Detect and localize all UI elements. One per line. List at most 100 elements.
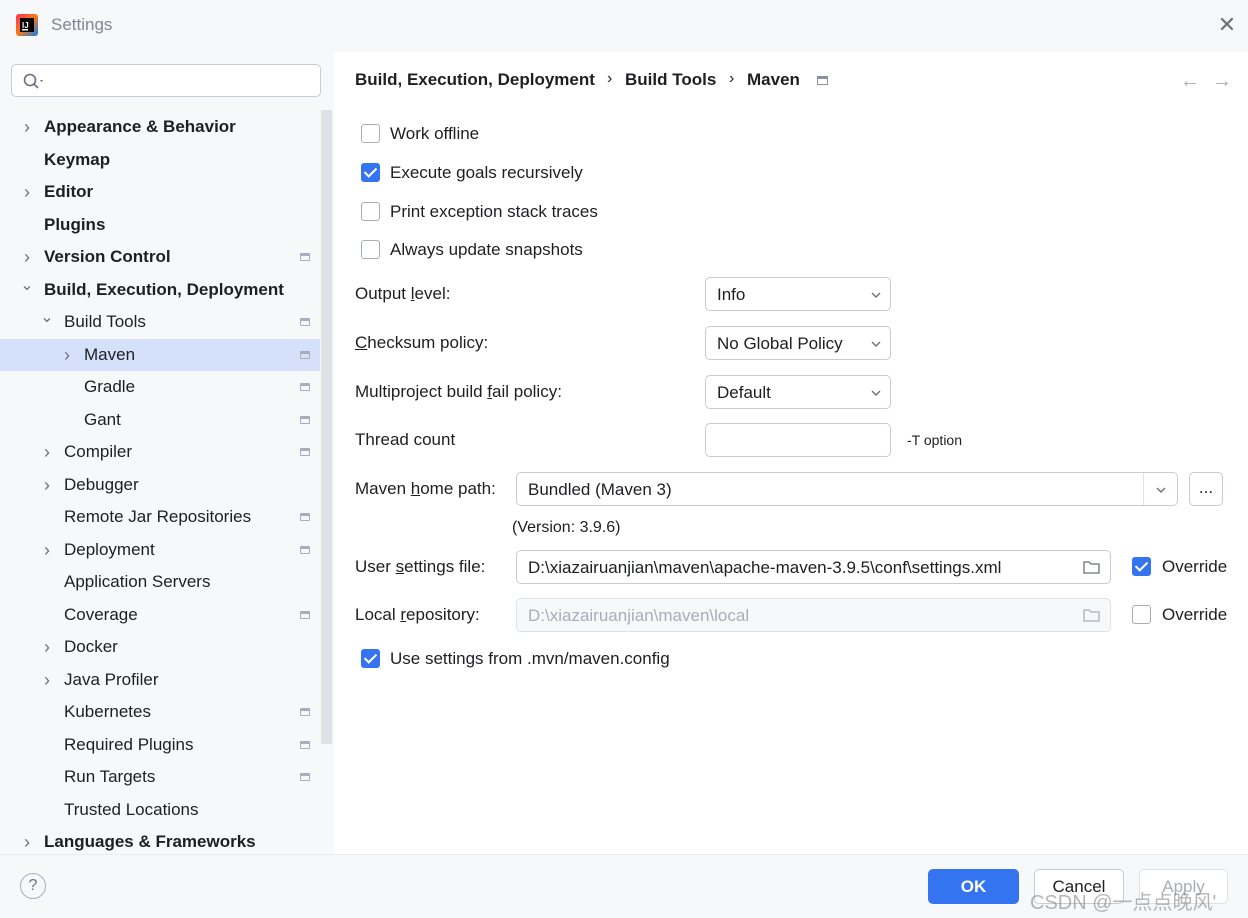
sidebar-item-build-execution-deployment[interactable]: ⌄ Build, Execution, Deployment	[0, 274, 320, 306]
chevron-down-icon[interactable]: ⌄	[20, 274, 34, 306]
sidebar-item-debugger[interactable]: › Debugger	[0, 469, 320, 501]
chevron-right-icon[interactable]: ›	[60, 339, 74, 371]
chevron-right-icon[interactable]: ›	[40, 664, 54, 696]
user-settings-file-input[interactable]: D:\xiazairuanjian\maven\apache-maven-3.9…	[516, 550, 1111, 584]
sidebar-item-label: Build Tools	[64, 312, 146, 331]
forward-arrow-icon[interactable]: →	[1212, 70, 1232, 93]
thread-count-input[interactable]	[705, 423, 891, 457]
sidebar-item-remote-jar-repositories[interactable]: Remote Jar Repositories	[0, 501, 320, 533]
chevron-right-icon[interactable]: ›	[20, 176, 34, 208]
local-repository-label: Local repository:	[355, 605, 480, 624]
sidebar-item-trusted-locations[interactable]: Trusted Locations	[0, 794, 320, 826]
sidebar-item-label: Gant	[84, 409, 121, 429]
sidebar-item-label: Build, Execution, Deployment	[44, 279, 284, 299]
thread-count-label: Thread count	[355, 430, 456, 449]
sidebar-item-label: Compiler	[64, 442, 133, 461]
chevron-down-icon	[871, 292, 881, 298]
sidebar-item-kubernetes[interactable]: Kubernetes	[0, 696, 320, 728]
title-bar	[0, 0, 1248, 52]
sidebar-item-plugins[interactable]: Plugins	[0, 209, 320, 241]
back-arrow-icon[interactable]: ←	[1180, 70, 1200, 93]
breadcrumb-item-build-execution[interactable]: Build, Execution, Deployment	[355, 70, 595, 90]
project-level-icon	[300, 350, 310, 359]
sidebar-item-java-profiler[interactable]: › Java Profiler	[0, 664, 320, 696]
sidebar-item-label: Coverage	[64, 604, 138, 624]
maven-home-path-select[interactable]: Bundled (Maven 3)	[516, 472, 1178, 506]
sidebar-item-appearance-behavior[interactable]: › Appearance & Behavior	[0, 111, 320, 143]
sidebar-item-keymap[interactable]: Keymap	[0, 144, 320, 176]
sidebar-item-label: Plugins	[44, 214, 106, 234]
sidebar-item-docker[interactable]: › Docker	[0, 631, 320, 663]
sidebar-item-label: Debugger	[64, 474, 139, 494]
sidebar-item-run-targets[interactable]: Run Targets	[0, 761, 320, 793]
sidebar-item-label: Gradle	[84, 377, 136, 396]
sidebar-item-application-servers[interactable]: Application Servers	[0, 566, 320, 598]
folder-icon[interactable]	[1083, 560, 1100, 574]
chevron-right-icon[interactable]: ›	[40, 631, 54, 663]
project-level-icon	[300, 545, 310, 554]
svg-text:IJ: IJ	[22, 21, 29, 30]
chevron-right-icon[interactable]: ›	[20, 111, 34, 143]
close-icon[interactable]: ✕	[1216, 14, 1238, 36]
output-level-value: Info	[717, 285, 746, 304]
project-level-icon	[300, 415, 310, 424]
always-update-checkbox[interactable]	[361, 240, 380, 259]
sidebar-item-coverage[interactable]: Coverage	[0, 599, 320, 631]
sidebar-item-version-control[interactable]: › Version Control	[0, 241, 320, 273]
execute-goals-checkbox[interactable]	[361, 163, 380, 182]
multiproject-fail-policy-value: Default	[717, 383, 771, 402]
sidebar-item-gant[interactable]: Gant	[0, 404, 320, 436]
execute-goals-label: Execute goals recursively	[390, 163, 583, 182]
sidebar-item-gradle[interactable]: Gradle	[0, 371, 320, 403]
checksum-policy-value: No Global Policy	[717, 334, 843, 353]
breadcrumb-item-build-tools[interactable]: Build Tools	[625, 70, 716, 90]
sidebar-item-required-plugins[interactable]: Required Plugins	[0, 729, 320, 761]
sidebar-item-label: Docker	[64, 637, 118, 656]
output-level-label: Output level:	[355, 284, 451, 303]
project-level-icon	[300, 513, 310, 521]
sidebar-item-compiler[interactable]: › Compiler	[0, 436, 320, 468]
sidebar-item-label: Kubernetes	[64, 702, 151, 721]
chevron-right-icon[interactable]: ›	[40, 534, 54, 566]
local-repository-override-checkbox[interactable]	[1132, 605, 1151, 624]
checksum-policy-label: Checksum policy:	[355, 333, 489, 352]
sidebar-item-label: Java Profiler	[64, 669, 159, 689]
use-mvn-config-checkbox[interactable]	[361, 649, 380, 668]
combo-divider	[1143, 473, 1144, 505]
work-offline-checkbox[interactable]	[361, 124, 380, 143]
chevron-right-icon[interactable]: ›	[20, 241, 34, 273]
sidebar-item-editor[interactable]: › Editor	[0, 176, 320, 208]
sidebar-item-deployment[interactable]: › Deployment	[0, 534, 320, 566]
project-settings-icon	[817, 76, 828, 85]
maven-version-label: (Version: 3.9.6)	[512, 519, 621, 536]
watermark-text: CSDN @一点点晚风'	[1030, 892, 1217, 914]
output-level-select[interactable]: Info	[705, 277, 891, 311]
chevron-down-icon	[871, 341, 881, 347]
breadcrumb-separator: ›	[607, 70, 613, 87]
sidebar-item-label: Version Control	[44, 247, 171, 266]
sidebar-item-maven[interactable]: › Maven	[0, 338, 320, 371]
chevron-right-icon[interactable]: ›	[40, 469, 54, 501]
multiproject-fail-policy-select[interactable]: Default	[705, 375, 891, 409]
maven-home-path-value: Bundled (Maven 3)	[528, 480, 672, 499]
local-repository-override-label: Override	[1162, 605, 1228, 624]
local-repository-value: D:\xiazairuanjian\maven\local	[528, 606, 750, 625]
thread-count-hint: -T option	[907, 432, 962, 448]
local-repository-input[interactable]: D:\xiazairuanjian\maven\local	[516, 598, 1111, 632]
sidebar-item-build-tools[interactable]: ⌄ Build Tools	[0, 306, 320, 338]
print-exception-label: Print exception stack traces	[390, 202, 598, 221]
ok-button[interactable]: OK	[928, 869, 1019, 904]
user-settings-override-checkbox[interactable]	[1132, 557, 1151, 576]
browse-maven-home-button[interactable]: ...	[1189, 472, 1223, 506]
folder-icon[interactable]	[1083, 608, 1100, 622]
checksum-policy-select[interactable]: No Global Policy	[705, 326, 891, 360]
chevron-right-icon[interactable]: ›	[40, 436, 54, 468]
help-icon[interactable]: ?	[20, 873, 46, 899]
sidebar-scrollbar[interactable]	[321, 110, 332, 744]
chevron-down-icon[interactable]: ⌄	[40, 306, 54, 338]
search-input[interactable]	[11, 64, 321, 97]
print-exception-checkbox[interactable]	[361, 202, 380, 221]
project-level-icon	[300, 610, 310, 619]
sidebar-item-label: Application Servers	[64, 572, 211, 591]
sidebar-item-label: Deployment	[64, 539, 155, 559]
